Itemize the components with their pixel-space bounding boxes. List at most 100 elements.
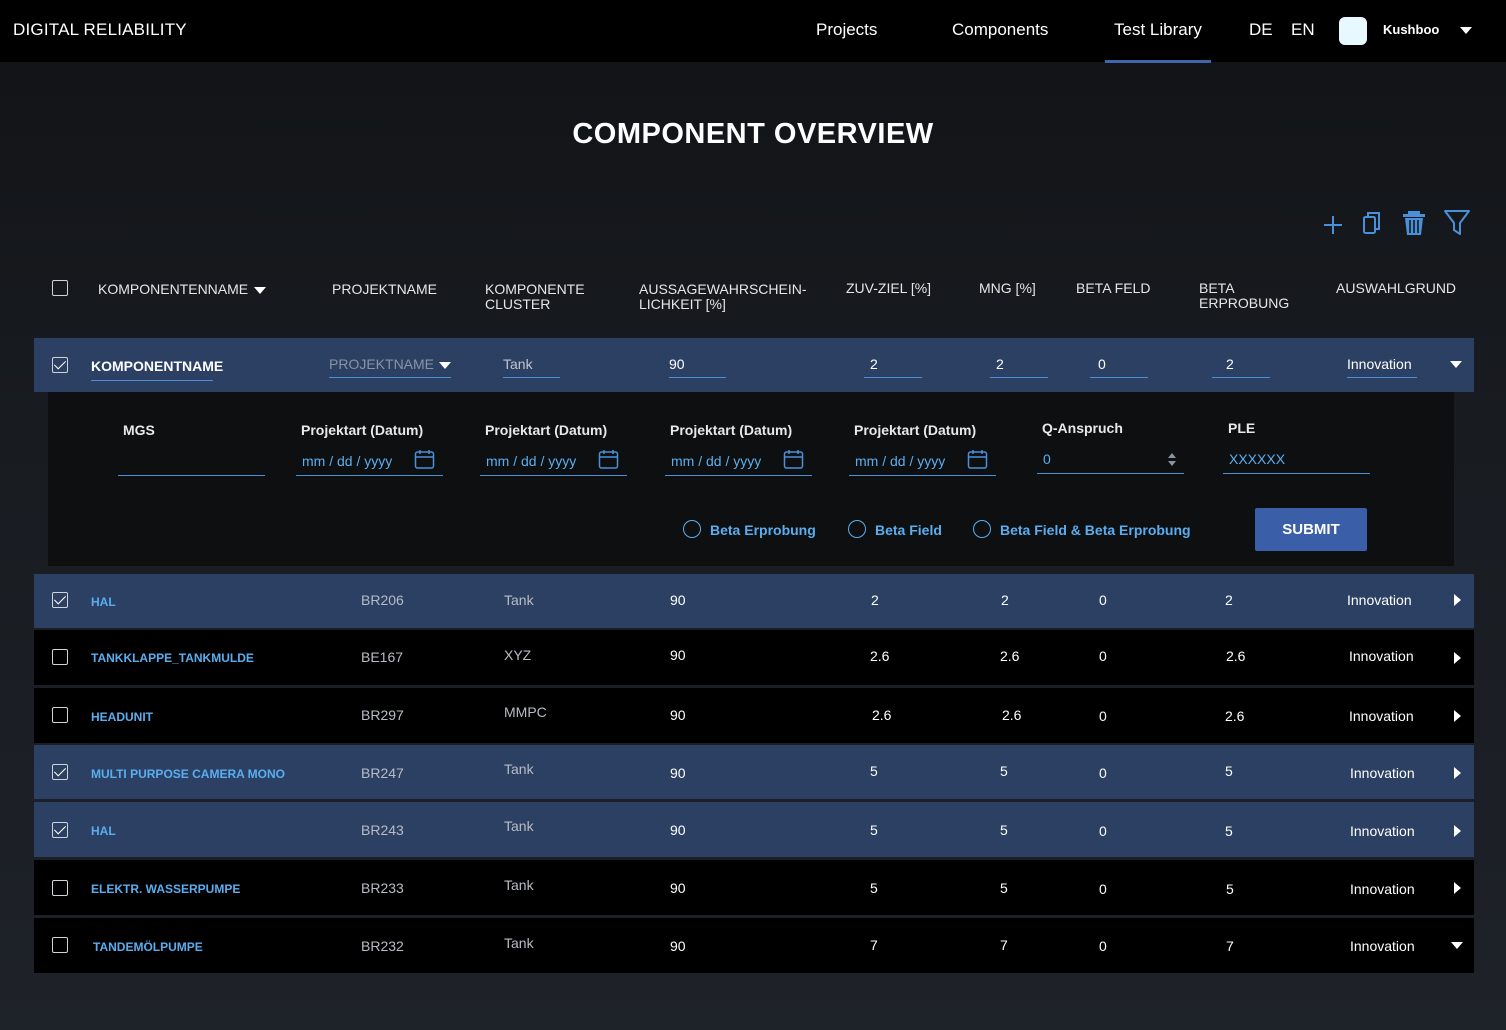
aussage: 90 — [670, 880, 686, 896]
copy-icon[interactable] — [1356, 208, 1386, 238]
table-row[interactable]: HAL BR206 Tank 90 2 2 0 2 Innovation — [34, 574, 1474, 628]
stepper-icon[interactable] — [1168, 453, 1176, 466]
date-input-4[interactable]: mm / dd / yyyy — [849, 449, 996, 476]
radio-circle[interactable] — [683, 520, 701, 538]
radio-label: Beta Field & Beta Erprobung — [1000, 522, 1191, 538]
row-checkbox[interactable] — [52, 649, 68, 665]
component-name[interactable]: TANKKLAPPE_TANKMULDE — [91, 651, 254, 665]
radio-label: Beta Field — [875, 522, 942, 538]
date-input-3[interactable]: mm / dd / yyyy — [665, 449, 812, 476]
header-zuv-ziel[interactable]: ZUV-ZIEL [%] — [846, 281, 931, 296]
nav-test-library[interactable]: Test Library — [1114, 20, 1202, 40]
row-checkbox[interactable] — [52, 707, 68, 723]
row-checkbox[interactable] — [52, 764, 68, 780]
nav-projects[interactable]: Projects — [816, 20, 877, 40]
submit-button[interactable]: SUBMIT — [1255, 508, 1367, 551]
zuv-ziel: 7 — [870, 937, 878, 953]
expand-chevron-right-icon[interactable] — [1454, 652, 1461, 664]
chevron-down-icon — [439, 362, 451, 369]
header-beta-feld[interactable]: BETA FELD — [1076, 281, 1150, 296]
table-row[interactable]: HAL BR243 Tank 90 5 5 0 5 Innovation — [34, 802, 1474, 857]
app-brand[interactable]: DIGITAL RELIABILITY — [13, 20, 187, 40]
calendar-icon[interactable] — [414, 449, 435, 470]
auswahlgrund-select[interactable]: Innovation — [1347, 356, 1417, 378]
project-name: BR206 — [361, 592, 404, 608]
component-name[interactable]: HAL — [91, 595, 116, 609]
project-name-placeholder: PROJEKTNAME — [329, 356, 435, 372]
table-row[interactable]: TANDEMÖLPUMPE BR232 Tank 90 7 7 0 7 Inno… — [34, 918, 1474, 973]
user-menu-chevron-down-icon[interactable] — [1460, 27, 1472, 34]
mng: 5 — [1000, 880, 1008, 896]
mng-input[interactable]: 2 — [990, 356, 1048, 378]
date-input-2[interactable]: mm / dd / yyyy — [480, 449, 627, 476]
header-auswahlgrund[interactable]: AUSWAHLGRUND — [1336, 281, 1456, 296]
header-projektname[interactable]: PROJEKTNAME — [332, 282, 437, 297]
zuv-ziel: 2.6 — [870, 648, 890, 664]
component-name[interactable]: HEADUNIT — [91, 710, 153, 724]
nav-components[interactable]: Components — [952, 20, 1048, 40]
table-row[interactable]: MULTI PURPOSE CAMERA MONO BR247 Tank 90 … — [34, 745, 1474, 799]
calendar-icon[interactable] — [967, 449, 988, 470]
table-row[interactable]: HEADUNIT BR297 MMPC 90 2.6 2.6 0 2.6 Inn… — [34, 688, 1474, 743]
component-name[interactable]: TANDEMÖLPUMPE — [93, 940, 203, 954]
collapse-chevron-down-icon[interactable] — [1451, 942, 1463, 949]
calendar-icon[interactable] — [598, 449, 619, 470]
avatar[interactable] — [1339, 17, 1367, 45]
calendar-icon[interactable] — [783, 449, 804, 470]
component-name-input[interactable]: KOMPONENTNAME — [91, 358, 223, 381]
collapse-chevron-down-icon[interactable] — [1450, 361, 1462, 368]
mgs-input[interactable] — [118, 451, 265, 476]
trash-icon[interactable] — [1399, 208, 1429, 238]
cluster-input[interactable]: Tank — [503, 356, 560, 378]
language-de[interactable]: DE — [1249, 20, 1273, 40]
header-mng[interactable]: MNG [%] — [979, 281, 1036, 296]
radio-circle[interactable] — [973, 520, 991, 538]
top-navigation-bar: DIGITAL RELIABILITY Projects Components … — [0, 0, 1506, 63]
table-row[interactable]: ELEKTR. WASSERPUMPE BR233 Tank 90 5 5 0 … — [34, 860, 1474, 915]
filter-icon[interactable] — [1442, 208, 1472, 238]
beta-feld-input[interactable]: 0 — [1090, 356, 1148, 378]
expand-chevron-right-icon[interactable] — [1454, 594, 1461, 606]
user-name[interactable]: Kushboo — [1383, 22, 1439, 37]
plus-icon[interactable] — [1318, 208, 1348, 238]
sort-chevron-down-icon[interactable] — [254, 287, 266, 294]
aussage: 90 — [670, 938, 686, 954]
beta-erprobung: 7 — [1226, 938, 1234, 954]
header-komponente-cluster[interactable]: KOMPONENTE CLUSTER — [485, 282, 585, 312]
q-anspruch-input[interactable]: 0 — [1037, 449, 1184, 474]
ple-input[interactable]: XXXXXX — [1223, 449, 1370, 474]
mng: 2.6 — [1000, 648, 1020, 664]
row-checkbox[interactable] — [52, 937, 68, 953]
component-name[interactable]: MULTI PURPOSE CAMERA MONO — [91, 767, 285, 781]
header-komponentenname[interactable]: KOMPONENTENNAME — [98, 282, 248, 297]
mng: 5 — [1000, 763, 1008, 779]
table-row[interactable]: TANKKLAPPE_TANKMULDE BE167 XYZ 90 2.6 2.… — [34, 630, 1474, 685]
aussage-input[interactable]: 90 — [669, 356, 726, 378]
expand-chevron-right-icon[interactable] — [1454, 825, 1461, 837]
row-checkbox[interactable] — [52, 880, 68, 896]
radio-circle[interactable] — [848, 520, 866, 538]
header-beta-erprobung[interactable]: BETA ERPROBUNG — [1199, 281, 1289, 311]
zuv-ziel: 5 — [870, 880, 878, 896]
expand-chevron-right-icon[interactable] — [1454, 882, 1461, 894]
row-checkbox[interactable] — [52, 357, 68, 373]
date-input-1[interactable]: mm / dd / yyyy — [296, 449, 443, 476]
project-name-select[interactable]: PROJEKTNAME — [329, 356, 451, 378]
row-checkbox[interactable] — [52, 592, 68, 608]
component-name[interactable]: HAL — [91, 824, 116, 838]
row-checkbox[interactable] — [52, 822, 68, 838]
edit-row: KOMPONENTNAME PROJEKTNAME Tank 90 2 2 0 … — [34, 338, 1474, 392]
zuv-input[interactable]: 2 — [864, 356, 922, 378]
component-name[interactable]: ELEKTR. WASSERPUMPE — [91, 882, 240, 896]
project-name: BR233 — [361, 880, 404, 896]
expand-chevron-right-icon[interactable] — [1454, 767, 1461, 779]
expand-chevron-right-icon[interactable] — [1454, 710, 1461, 722]
header-aussagewahrscheinlichkeit[interactable]: AUSSAGEWAHRSCHEIN- LICHKEIT [%] — [639, 282, 807, 312]
beta-erprobung-input[interactable]: 2 — [1212, 356, 1270, 378]
beta-erprobung: 2 — [1225, 592, 1233, 608]
edit-details-panel — [48, 392, 1454, 566]
radio-label: Beta Erprobung — [710, 522, 816, 538]
language-en[interactable]: EN — [1291, 20, 1315, 40]
select-all-checkbox[interactable] — [52, 280, 68, 296]
date-placeholder: mm / dd / yyyy — [855, 453, 946, 469]
